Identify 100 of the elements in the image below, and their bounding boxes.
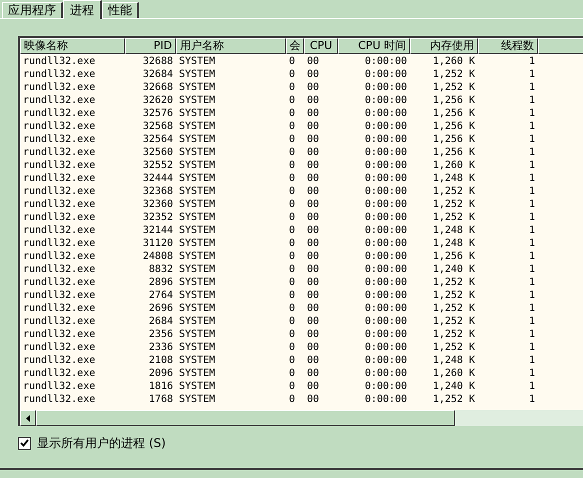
table-cell: 1,248 K [432,173,475,184]
table-cell: 0:00:00 [364,212,407,223]
table-cell: 0:00:00 [364,264,407,275]
table-cell: 0 [289,381,296,392]
table-cell: rundll32.exe [23,173,96,184]
table-cell: 1,252 K [432,212,475,223]
table-cell: 0 [289,186,296,197]
table-cell: 0 [289,368,296,379]
table-cell: 0:00:00 [364,121,407,132]
table-cell: rundll32.exe [23,186,96,197]
table-cell: 0:00:00 [364,303,407,314]
table-cell: 0 [289,329,296,340]
table-cell: rundll32.exe [23,316,96,327]
table-cell: 0 [289,394,296,405]
checkbox[interactable] [18,436,31,450]
table-cell: 0 [289,316,296,327]
scroll-thumb[interactable] [36,410,455,426]
table-cell: rundll32.exe [23,394,96,405]
table-cell: rundll32.exe [23,277,96,288]
table-cell: 0:00:00 [364,160,407,171]
table-cell: 0 [289,251,296,262]
table-cell: 1,240 K [432,381,475,392]
table-cell: 1,252 K [432,290,475,301]
horizontal-scrollbar[interactable] [20,410,583,426]
tab[interactable]: 性能 [102,2,139,18]
table-cell: SYSTEM [179,121,216,132]
table-cell: 00 [307,56,320,67]
tab[interactable]: 进程 [63,0,102,19]
table-cell: 0:00:00 [364,173,407,184]
table-cell: 1 [528,225,535,236]
checkbox-label[interactable]: 显示所有用户的进程 (S) [37,434,166,452]
table-cell: 1 [528,355,535,366]
table-cell: rundll32.exe [23,160,96,171]
table-cell: 0:00:00 [364,199,407,210]
table-cell: 1,248 K [432,225,475,236]
table-cell: 0:00:00 [364,82,407,93]
table-cell: 0:00:00 [364,251,407,262]
table-cell: 1 [528,95,535,106]
table-cell: 0 [289,342,296,353]
table-cell: 1 [528,394,535,405]
column-header[interactable]: 用户名称 [176,38,286,54]
column-header[interactable]: 会 [286,38,304,54]
table-cell: 32368 [142,186,173,197]
table-cell: 1 [528,329,535,340]
table-cell: 1 [528,69,535,80]
table-cell: 32684 [142,69,173,80]
column-header[interactable]: 映像名称 [20,38,125,54]
table-cell: 1 [528,173,535,184]
table-cell: 1 [528,316,535,327]
table-cell: 00 [307,277,320,288]
table-cell: SYSTEM [179,56,216,67]
table-cell: 0 [289,82,296,93]
table-cell: 0:00:00 [364,134,407,145]
table-cell: 00 [307,82,320,93]
table-cell: 0:00:00 [364,394,407,405]
table-cell: 2896 [148,277,173,288]
table-cell: rundll32.exe [23,251,96,262]
table-cell: 1,252 K [432,316,475,327]
left-arrow-icon [26,414,30,422]
table-cell: 00 [307,95,320,106]
table-cell: 1 [528,251,535,262]
table-cell: 0 [289,95,296,106]
table-cell: 1 [528,56,535,67]
table-cell: 1816 [148,381,173,392]
table-cell: 1,260 K [432,56,475,67]
table-cell: 24808 [142,251,173,262]
column-header[interactable]: CPU 时间 [338,38,410,54]
table-cell: 32552 [142,160,173,171]
table-cell: 1,240 K [432,264,475,275]
table-cell: SYSTEM [179,394,216,405]
table-cell: 32360 [142,199,173,210]
table-cell: 0:00:00 [364,56,407,67]
scroll-left-button[interactable] [20,410,36,426]
table-cell: SYSTEM [179,212,216,223]
table-cell: rundll32.exe [23,121,96,132]
table-cell: 1,260 K [432,160,475,171]
table-cell: 00 [307,147,320,158]
column-header[interactable]: 线程数 [478,38,538,54]
table-cell: 0:00:00 [364,316,407,327]
column-header[interactable]: CPU [304,38,338,54]
table-cell: 2684 [148,316,173,327]
table-cell: 1 [528,160,535,171]
table-cell: 2356 [148,329,173,340]
table-cell: 1,256 K [432,134,475,145]
table-cell: SYSTEM [179,82,216,93]
table-cell: 1 [528,342,535,353]
table-cell: rundll32.exe [23,381,96,392]
table-cell: SYSTEM [179,381,216,392]
table-cell: 32144 [142,225,173,236]
table-cell: rundll32.exe [23,134,96,145]
table-cell: rundll32.exe [23,225,96,236]
table-cell: 00 [307,186,320,197]
column-header[interactable]: 内存使用 [410,38,478,54]
table-cell: 32576 [142,108,173,119]
table-cell: SYSTEM [179,264,216,275]
table-cell: SYSTEM [179,160,216,171]
table-cell: 1 [528,264,535,275]
table-cell: 00 [307,368,320,379]
column-header[interactable]: PID [125,38,176,54]
table-cell: 1 [528,277,535,288]
